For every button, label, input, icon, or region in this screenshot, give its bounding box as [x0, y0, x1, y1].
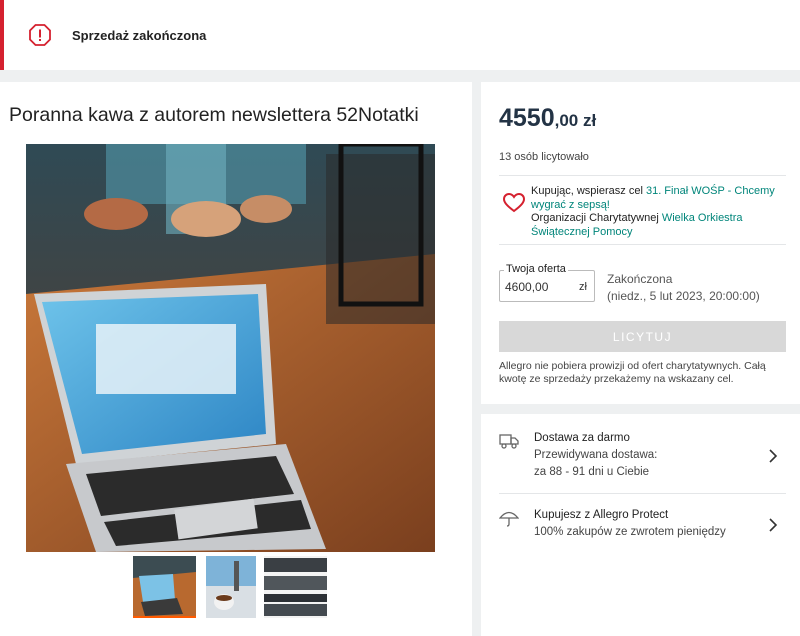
- delivery-panel: Dostawa za darmo Przewidywana dostawa: z…: [481, 414, 800, 636]
- bid-button[interactable]: LICYTUJ: [499, 321, 786, 352]
- protect-row[interactable]: Kupujesz z Allegro Protect 100% zakupów …: [481, 507, 800, 547]
- divider: [499, 175, 786, 176]
- your-offer-label: Twoja oferta: [504, 263, 568, 275]
- chevron-right-icon: [769, 518, 778, 532]
- main-photo[interactable]: [26, 144, 435, 552]
- charity-prefix: Kupując, wspierasz cel: [531, 185, 646, 197]
- delivery-estimate-label: Przewidywana dostawa:: [534, 449, 658, 461]
- truck-icon: [499, 434, 519, 449]
- price-main: 4550: [499, 104, 555, 132]
- price-cents: ,00 zł: [554, 111, 597, 130]
- chevron-right-icon: [769, 449, 778, 463]
- charity-commission-note: Allegro nie pobiera prowizji od ofert ch…: [499, 360, 766, 385]
- sale-status-text: Sprzedaż zakończona: [72, 27, 207, 43]
- protect-text: Kupujesz z Allegro Protect 100% zakupów …: [534, 507, 726, 541]
- currency-label: zł: [579, 281, 587, 293]
- your-offer-input[interactable]: [505, 280, 565, 294]
- delivery-row[interactable]: Dostawa za darmo Przewidywana dostawa: z…: [481, 430, 800, 490]
- protect-subtitle: 100% zakupów ze zwrotem pieniędzy: [534, 526, 726, 538]
- thumbnail-laptop[interactable]: [133, 556, 196, 618]
- umbrella-icon: [499, 511, 519, 527]
- thumbnail-screens[interactable]: [264, 556, 327, 618]
- divider: [499, 493, 786, 494]
- protect-title: Kupujesz z Allegro Protect: [534, 509, 669, 521]
- delivery-estimate-value: za 88 - 91 dni u Ciebie: [534, 466, 650, 478]
- bidders-count: 13 osób licytowało: [499, 151, 589, 163]
- warning-octagon-icon: [29, 24, 51, 46]
- heart-icon: [503, 193, 525, 213]
- thumbnail-coffee[interactable]: [206, 556, 269, 618]
- charity-org-prefix: Organizacji Charytatywnej: [531, 212, 662, 224]
- current-price: 4550,00 zł: [499, 104, 596, 133]
- sale-ended-banner: Sprzedaż zakończona: [0, 0, 800, 70]
- delivery-text: Dostawa za darmo Przewidywana dostawa: z…: [534, 430, 657, 481]
- charity-text: Kupując, wspierasz cel 31. Finał WOŚP - …: [531, 185, 793, 239]
- your-offer-field[interactable]: Twoja oferta zł: [499, 263, 595, 302]
- offer-title: Poranna kawa z autorem newslettera 52Not…: [9, 104, 419, 126]
- purchase-panel: 4550,00 zł 13 osób licytowało Kupując, w…: [481, 82, 800, 404]
- auction-status: Zakończona: [607, 272, 673, 286]
- auction-end-date: (niedz., 5 lut 2023, 20:00:00): [607, 289, 760, 303]
- delivery-title: Dostawa za darmo: [534, 432, 630, 444]
- divider: [499, 244, 786, 245]
- offer-gallery-panel: Poranna kawa z autorem newslettera 52Not…: [0, 82, 472, 636]
